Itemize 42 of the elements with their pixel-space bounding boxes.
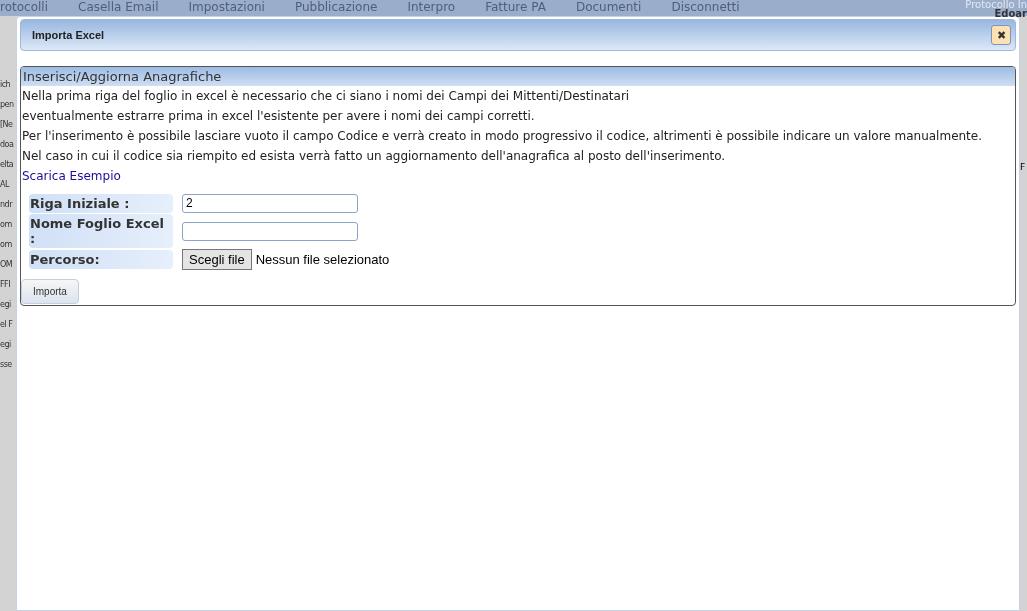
- background-text: OM: [0, 260, 14, 269]
- menu-item[interactable]: Fatture PA: [485, 0, 546, 14]
- close-button[interactable]: ✖: [991, 25, 1011, 45]
- background-text: om: [0, 240, 13, 249]
- field-label: Nome Foglio Excel :: [29, 214, 173, 248]
- background-text: egi: [0, 340, 12, 349]
- background-text: elta: [0, 160, 15, 169]
- background-text: pen: [0, 100, 15, 109]
- background-text: doa: [0, 140, 15, 149]
- instruction-text: Nel caso in cui il codice sia riempito ed esista verrà fatto un aggiornamento dell'anagrafica al posto dell'inserimento.: [21, 148, 727, 165]
- import-button[interactable]: Importa: [21, 279, 79, 304]
- menu-item[interactable]: Casella Email: [78, 0, 159, 14]
- background-text: om: [0, 220, 13, 229]
- choose-file-button[interactable]: Scegli file: [182, 248, 252, 270]
- file-status: Nessun file selezionato: [255, 251, 390, 267]
- background-text: FFI: [0, 280, 12, 289]
- instruction-text: Nella prima riga del foglio in excel è necessario che ci siano i nomi dei Campi dei Mittenti/Destinatari: [21, 88, 631, 105]
- background-text: AL: [0, 180, 11, 189]
- input-field[interactable]: [182, 221, 358, 241]
- field-label: Percorso:: [29, 249, 173, 269]
- menu-item[interactable]: Interpro: [407, 0, 456, 14]
- dialog-title: Importa Excel: [32, 29, 105, 41]
- user-name: Edoar: [994, 9, 1027, 18]
- download-link[interactable]: Scarica Esempio: [21, 166, 1015, 186]
- panel-title: Inserisci/Aggiorna Anagrafiche: [21, 67, 1015, 86]
- background-text: el F: [0, 320, 14, 329]
- instruction-text: eventualmente estrarre prima in excel l'esistente per avere i nomi dei campi corretti.: [21, 108, 536, 125]
- instruction-text: Per l'inserimento è possibile lasciare vuoto il campo Codice e verrà creato in modo progressivo il codice, altrimenti è possibile indicare un valore manualmente.: [21, 128, 984, 145]
- menu-item[interactable]: Impostazioni: [188, 0, 265, 14]
- menu-item[interactable]: Disconnetti: [671, 0, 740, 14]
- background-text: egi: [0, 300, 12, 309]
- background-text: F: [1020, 162, 1027, 172]
- background-text: sse: [0, 360, 13, 369]
- background-text: ndr: [0, 200, 14, 209]
- background-text: [Ne: [0, 120, 14, 129]
- menu-item[interactable]: Documenti: [575, 0, 642, 14]
- menu-item[interactable]: rotocolli: [0, 0, 48, 14]
- app-title: Protocollo In: [965, 0, 1027, 9]
- input-field[interactable]: 2: [182, 193, 358, 213]
- menu-item[interactable]: Pubblicazione: [294, 0, 378, 14]
- field-label: Riga Iniziale :: [29, 193, 173, 213]
- background-text: ich: [0, 80, 12, 89]
